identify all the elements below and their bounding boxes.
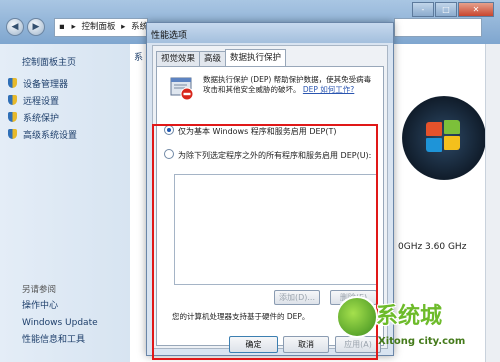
maximize-button[interactable]: □ — [435, 2, 457, 17]
sidebar-item-label: 远程设置 — [23, 97, 60, 107]
tab-visual-effects[interactable]: 视觉效果 — [156, 51, 201, 66]
sidebar: 控制面板主页 设备管理器 远程设置 系统保护 高级系统设置 另请参阅 操作中心 … — [0, 44, 130, 362]
dep-how-link[interactable]: DEP 如何工作? — [303, 85, 354, 94]
minimize-button[interactable]: - — [412, 2, 434, 17]
dep-description: 数据执行保护 (DEP) 帮助保护数据，使其免受病毒攻击和其他安全威胁的破坏。 … — [203, 75, 377, 94]
tab-advanced[interactable]: 高级 — [199, 51, 227, 66]
forward-button[interactable]: ▶ — [27, 18, 45, 36]
see-also-links: 操作中心 Windows Update 性能信息和工具 — [22, 298, 98, 349]
see-also-windows-update[interactable]: Windows Update — [22, 315, 98, 332]
sidebar-item-system-protection[interactable]: 系统保护 — [8, 111, 77, 128]
tab-strip: 视觉效果 高级 数据执行保护 — [156, 48, 287, 67]
tab-dep[interactable]: 数据执行保护 — [225, 49, 287, 67]
dep-shield-icon — [170, 77, 194, 101]
breadcrumb-control-panel[interactable]: 控制面板 — [81, 19, 115, 36]
watermark-url: Xitong city.com — [378, 336, 466, 347]
search-input[interactable] — [394, 18, 482, 37]
sidebar-item-label: 系统保护 — [23, 114, 60, 124]
content-heading: 系 — [134, 53, 144, 63]
close-button[interactable]: ✕ — [458, 2, 494, 17]
watermark-logo-icon — [336, 296, 378, 338]
breadcrumb-chevron-icon: ▸ — [71, 22, 76, 32]
sidebar-home-link[interactable]: 控制面板主页 — [22, 55, 76, 68]
watermark-title: 系统城 — [376, 303, 443, 329]
breadcrumb-chevron-icon: ▸ — [121, 22, 126, 32]
shield-icon — [8, 112, 17, 122]
see-also-heading: 另请参阅 — [22, 285, 57, 295]
folder-icon: ▪ — [59, 22, 65, 32]
back-button[interactable]: ◀ — [6, 18, 24, 36]
sidebar-item-device-manager[interactable]: 设备管理器 — [8, 77, 77, 94]
sidebar-item-label: 设备管理器 — [23, 80, 69, 90]
window-controls: - □ ✕ — [411, 2, 494, 17]
site-watermark: 系统城 Xitong city.com — [332, 292, 492, 358]
processor-speed: 0GHz 3.60 GHz — [398, 242, 467, 252]
shield-icon — [8, 95, 17, 105]
see-also-performance-tools[interactable]: 性能信息和工具 — [22, 332, 98, 349]
sidebar-item-remote-settings[interactable]: 远程设置 — [8, 94, 77, 111]
shield-icon — [8, 129, 17, 139]
windows-logo-icon — [402, 96, 486, 180]
address-bar[interactable]: ▪ ▸ 控制面板 ▸ 系统 — [54, 18, 148, 37]
dialog-titlebar[interactable]: 性能选项 — [147, 23, 393, 43]
sidebar-item-advanced-settings[interactable]: 高级系统设置 — [8, 128, 77, 145]
shield-icon — [8, 78, 17, 88]
see-also-action-center[interactable]: 操作中心 — [22, 298, 98, 315]
sidebar-item-label: 高级系统设置 — [23, 131, 78, 141]
dialog-title: 性能选项 — [151, 31, 188, 41]
sidebar-links: 设备管理器 远程设置 系统保护 高级系统设置 — [8, 77, 77, 145]
